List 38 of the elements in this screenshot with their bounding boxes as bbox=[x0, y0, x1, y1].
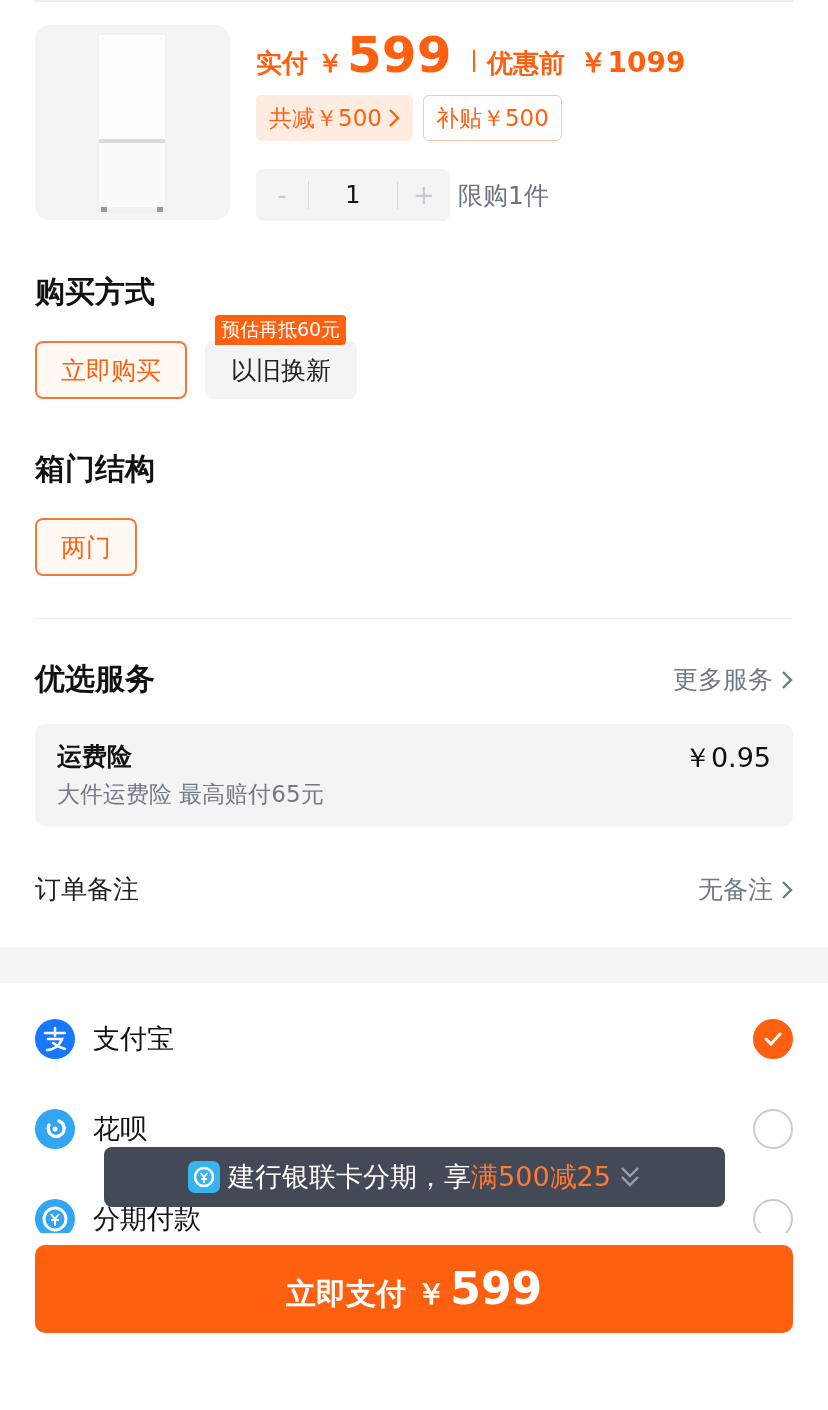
original-price: ￥1099 bbox=[579, 45, 686, 81]
paid-label: 实付 ￥ bbox=[256, 47, 344, 80]
original-price-label: 优惠前 bbox=[487, 47, 566, 80]
yuan-icon bbox=[188, 1161, 221, 1193]
option-button[interactable]: 以旧换新 bbox=[205, 341, 357, 399]
check-icon bbox=[764, 1032, 782, 1046]
payment-method-label: 支付宝 bbox=[93, 1022, 175, 1056]
radio-button[interactable] bbox=[753, 1199, 793, 1233]
huabei-icon bbox=[35, 1109, 75, 1149]
option-button[interactable]: 立即购买 bbox=[35, 341, 187, 399]
section-title: 优选服务 bbox=[35, 660, 155, 698]
more-services-link[interactable]: 更多服务 bbox=[673, 663, 793, 696]
chevron-icon bbox=[387, 108, 400, 128]
radio-button[interactable] bbox=[753, 1109, 793, 1149]
purchase-limit: 限购1件 bbox=[458, 179, 549, 212]
chevron-icon bbox=[781, 669, 793, 690]
pay-button[interactable]: 立即支付 ￥599 bbox=[35, 1245, 793, 1333]
service-name: 运费险 bbox=[57, 741, 133, 773]
installment-icon bbox=[35, 1199, 75, 1233]
service-description: 大件运费险 最高赔付65元 bbox=[57, 780, 324, 809]
subsidy-tag: 补贴￥500 bbox=[422, 95, 562, 141]
order-note-link[interactable]: 无备注 bbox=[698, 873, 793, 906]
payment-method-label: 花呗 bbox=[93, 1112, 148, 1146]
discount-tag[interactable]: 共减￥500 bbox=[256, 95, 413, 141]
service-price: ￥0.95 bbox=[683, 741, 771, 775]
promo-toast[interactable]: 建行银联卡分期，享满500减25 bbox=[104, 1147, 725, 1207]
double-chevron-icon bbox=[618, 1165, 641, 1189]
paid-amount: 599 bbox=[347, 27, 452, 83]
chevron-icon bbox=[781, 879, 793, 900]
order-note-label: 订单备注 bbox=[35, 873, 139, 906]
section-title: 箱门结构 bbox=[34, 450, 156, 488]
radio-button[interactable] bbox=[753, 1019, 793, 1059]
promo-text: 建行银联卡分期，享满500减25 bbox=[228, 1160, 611, 1194]
section-title: 购买方式 bbox=[34, 273, 156, 311]
promo-badge: 预估再抵60元 bbox=[215, 315, 347, 345]
option-button[interactable]: 两门 bbox=[35, 518, 137, 576]
quantity-value: 1 bbox=[308, 181, 398, 209]
alipay-icon bbox=[35, 1019, 75, 1059]
